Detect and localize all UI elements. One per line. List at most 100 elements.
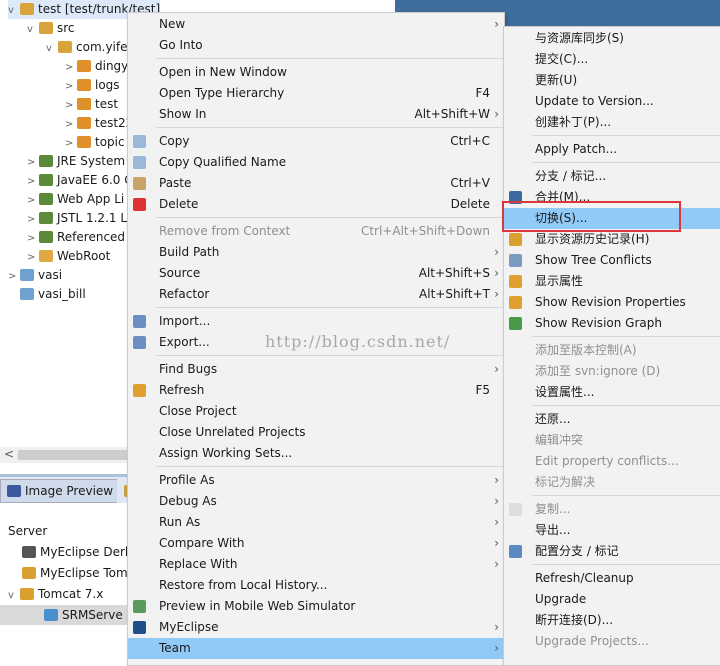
tree-node-icon	[77, 117, 91, 129]
server-item[interactable]: MyEclipse Derb	[8, 542, 133, 562]
chevron-right-icon[interactable]: >	[65, 96, 77, 115]
menu-item[interactable]: Edit property conflicts...	[504, 451, 720, 472]
tree-item[interactable]: > dingy	[65, 57, 128, 76]
menu-item[interactable]: Update to Version...	[504, 91, 720, 112]
menu-item[interactable]: Show Revision Graph	[504, 313, 720, 334]
menu-item[interactable]: Run As ›	[128, 512, 504, 533]
menu-item[interactable]: 设置属性...	[504, 382, 720, 403]
menu-item[interactable]: Restore from Local History...	[128, 575, 504, 596]
scroll-thumb[interactable]	[18, 450, 128, 460]
tree-item[interactable]: > test	[65, 95, 118, 114]
menu-item[interactable]: MyEclipse ›	[128, 617, 504, 638]
chevron-right-icon[interactable]: >	[8, 267, 20, 286]
chevron-right-icon[interactable]: >	[65, 115, 77, 134]
menu-item[interactable]: 提交(C)...	[504, 49, 720, 70]
menu-item[interactable]: Show In Alt+Shift+W ›	[128, 104, 504, 125]
menu-item[interactable]: Upgrade	[504, 589, 720, 610]
menu-item[interactable]: 还原...	[504, 409, 720, 430]
menu-item[interactable]: Build Path ›	[128, 242, 504, 263]
tree-item[interactable]: > Referenced	[27, 228, 125, 247]
chevron-right-icon[interactable]: >	[27, 248, 39, 267]
menu-item[interactable]: 复制...	[504, 499, 720, 520]
tree-item[interactable]: > JavaEE 6.0 G	[27, 171, 134, 190]
menu-item[interactable]: Team ›	[128, 638, 504, 659]
chevron-down-icon[interactable]: v	[27, 20, 39, 39]
menu-item[interactable]: Refactor Alt+Shift+T ›	[128, 284, 504, 305]
menu-item[interactable]: Apply Patch...	[504, 139, 720, 160]
chevron-right-icon[interactable]: >	[65, 58, 77, 77]
tree-item[interactable]: vasi_bill	[8, 285, 86, 304]
menu-item[interactable]: Close Unrelated Projects	[128, 422, 504, 443]
menu-item[interactable]: Profile As ›	[128, 470, 504, 491]
menu-item[interactable]: Copy Ctrl+C	[128, 131, 504, 152]
menu-item[interactable]: Refresh F5	[128, 380, 504, 401]
menu-item[interactable]: 添加至版本控制(A)	[504, 340, 720, 361]
chevron-right-icon[interactable]: >	[65, 77, 77, 96]
chevron-right-icon[interactable]: >	[27, 210, 39, 229]
menu-item[interactable]: Go Into	[128, 35, 504, 56]
menu-item[interactable]: Compare With ›	[128, 533, 504, 554]
menu-item[interactable]: Paste Ctrl+V	[128, 173, 504, 194]
chevron-right-icon[interactable]: >	[27, 172, 39, 191]
menu-item[interactable]: 与资源库同步(S)	[504, 28, 720, 49]
menu-item[interactable]: 更新(U)	[504, 70, 720, 91]
menu-item[interactable]: Replace With ›	[128, 554, 504, 575]
menu-item[interactable]: 配置分支 / 标记	[504, 541, 720, 562]
menu-item[interactable]: Debug As ›	[128, 491, 504, 512]
menu-item[interactable]: Refresh/Cleanup	[504, 568, 720, 589]
tree-item[interactable]: > topic	[65, 133, 125, 152]
menu-item[interactable]: Upgrade Projects...	[504, 631, 720, 652]
menu-item[interactable]: Export...	[128, 332, 504, 353]
menu-item[interactable]: 标记为解决	[504, 472, 720, 493]
menu-item[interactable]: 显示资源历史记录(H)	[504, 229, 720, 250]
menu-separator	[532, 564, 720, 565]
chevron-down-icon[interactable]: v	[8, 586, 20, 606]
menu-item[interactable]: 创建补丁(P)...	[504, 112, 720, 133]
menu-item[interactable]: Remove from Context Ctrl+Alt+Shift+Down	[128, 221, 504, 242]
copy-qualified-icon	[133, 156, 146, 169]
tree-item[interactable]: > test22	[65, 114, 133, 133]
menu-item[interactable]: New ›	[128, 14, 504, 35]
menu-separator	[532, 162, 720, 163]
menu-item[interactable]: Source Alt+Shift+S ›	[128, 263, 504, 284]
menu-item[interactable]: Import...	[128, 311, 504, 332]
tree-conflicts-icon	[509, 254, 522, 267]
tree-item[interactable]: > JRE System	[27, 152, 125, 171]
chevron-right-icon[interactable]: >	[27, 153, 39, 172]
menu-item[interactable]: Open in New Window	[128, 62, 504, 83]
chevron-down-icon[interactable]: v	[46, 39, 58, 58]
server-item[interactable]: MyEclipse Tom	[8, 563, 128, 583]
menu-item[interactable]: Assign Working Sets...	[128, 443, 504, 464]
menu-item[interactable]: Delete Delete	[128, 194, 504, 215]
tree-item[interactable]: v src	[27, 19, 75, 38]
tree-item[interactable]: > Web App Li	[27, 190, 124, 209]
chevron-right-icon[interactable]: >	[27, 229, 39, 248]
menu-item[interactable]: Close Project	[128, 401, 504, 422]
menu-item[interactable]: 添加至 svn:ignore (D)	[504, 361, 720, 382]
server-label: SRMServe	[62, 608, 123, 622]
menu-item-label: Upgrade Projects...	[535, 634, 649, 648]
server-item[interactable]: v Tomcat 7.x	[8, 584, 103, 604]
menu-item[interactable]: Open Type Hierarchy F4	[128, 83, 504, 104]
tree-item[interactable]: > vasi	[8, 266, 62, 285]
chevron-right-icon[interactable]: >	[27, 191, 39, 210]
tab-image-preview[interactable]: Image Preview	[0, 479, 121, 503]
menu-item[interactable]: 断开连接(D)...	[504, 610, 720, 631]
tree-item[interactable]: > JSTL 1.2.1 Li	[27, 209, 130, 228]
menu-item[interactable]: 分支 / 标记...	[504, 166, 720, 187]
menu-item[interactable]: Find Bugs ›	[128, 359, 504, 380]
tree-item[interactable]: > WebRoot	[27, 247, 110, 266]
chevron-right-icon[interactable]: >	[65, 134, 77, 153]
menu-item-label: Copy Qualified Name	[159, 155, 287, 169]
chevron-down-icon[interactable]: v	[8, 1, 20, 20]
tree-item[interactable]: > logs	[65, 76, 120, 95]
tree-item[interactable]: v com.yifen	[46, 38, 135, 57]
menu-item[interactable]: 显示属性	[504, 271, 720, 292]
menu-item[interactable]: 编辑冲突	[504, 430, 720, 451]
menu-item[interactable]: Preview in Mobile Web Simulator	[128, 596, 504, 617]
scroll-left-icon[interactable]: <	[4, 447, 14, 461]
menu-item[interactable]: 导出...	[504, 520, 720, 541]
menu-item[interactable]: Copy Qualified Name	[128, 152, 504, 173]
menu-item[interactable]: Show Revision Properties	[504, 292, 720, 313]
menu-item[interactable]: Show Tree Conflicts	[504, 250, 720, 271]
